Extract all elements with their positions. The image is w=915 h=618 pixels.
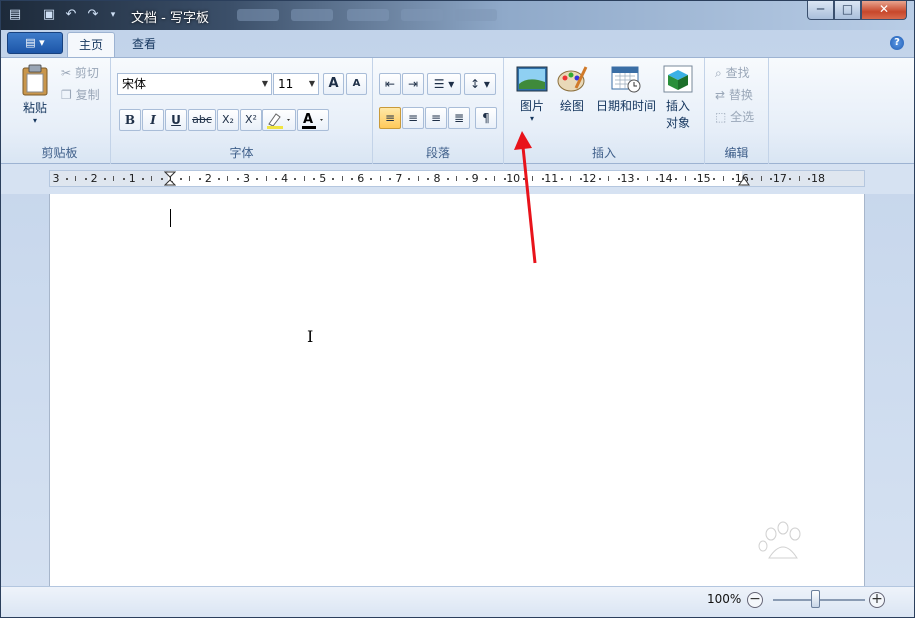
annotation-overlay	[514, 131, 537, 264]
wordpad-window: ▤ ▣ ↶ ↷ ▾ 文档 - 写字板 ─ □ ✕ ▤ ▾ 主页 查看 ? 粘贴 …	[0, 0, 915, 618]
zoom-in-button[interactable]: +	[869, 592, 885, 608]
status-bar: 100% − +	[1, 586, 914, 617]
zoom-level: 100%	[707, 592, 742, 606]
red-arrow-head	[514, 131, 532, 150]
red-arrow-line	[521, 146, 537, 264]
zoom-out-button[interactable]: −	[747, 592, 763, 608]
zoom-slider-thumb[interactable]	[811, 590, 820, 608]
